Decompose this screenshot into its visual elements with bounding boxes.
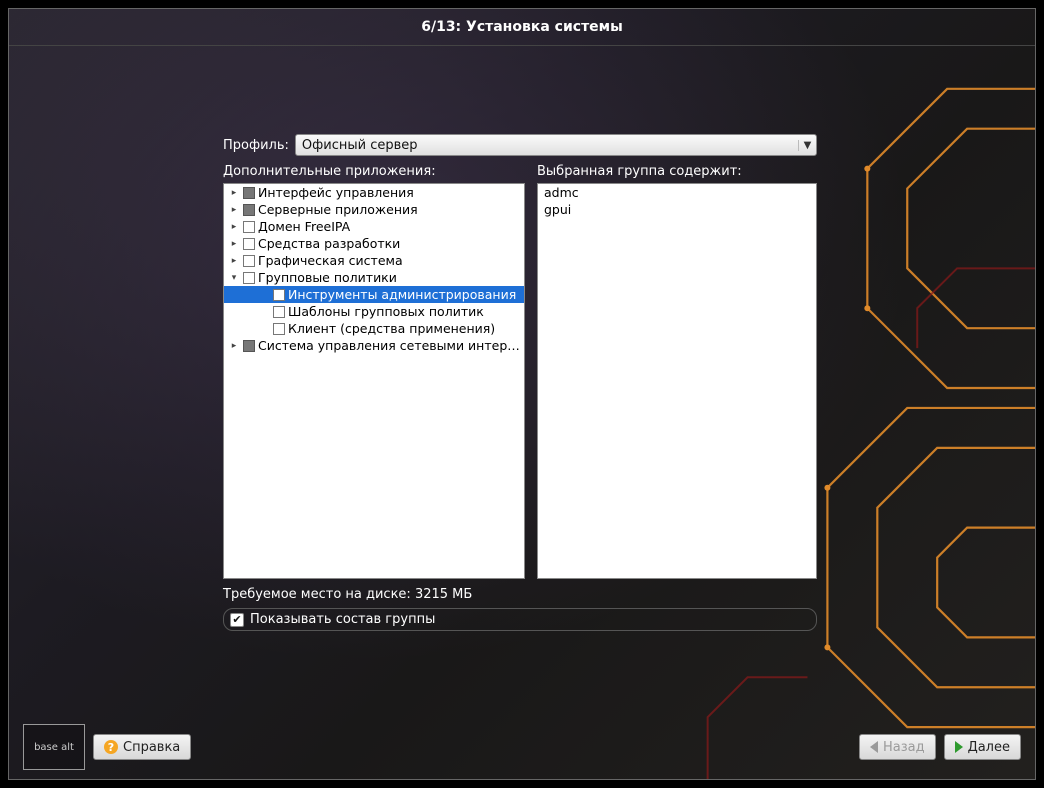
tree-item[interactable]: Инструменты администрирования — [224, 286, 524, 303]
group-contents-list[interactable]: admcgpui — [537, 183, 817, 579]
group-contents-label: Выбранная группа содержит: — [537, 164, 817, 179]
tree-item[interactable]: Шаблоны групповых политик — [224, 303, 524, 320]
profile-combo-value: Офисный сервер — [302, 138, 798, 153]
expander-closed-icon[interactable]: ▸ — [228, 188, 240, 198]
tree-checkbox[interactable] — [273, 323, 285, 335]
tree-item[interactable]: ▸ Серверные приложения — [224, 201, 524, 218]
profile-row: Профиль: Офисный сервер ▼ — [223, 134, 817, 156]
tree-item[interactable]: ▸ Интерфейс управления — [224, 184, 524, 201]
expander-closed-icon[interactable]: ▸ — [228, 256, 240, 266]
tree-item-label: Групповые политики — [258, 270, 522, 285]
tree-checkbox[interactable] — [273, 306, 285, 318]
back-button-label: Назад — [883, 740, 925, 755]
tree-item[interactable]: Клиент (средства применения) — [224, 320, 524, 337]
tree-item[interactable]: ▸ Средства разработки — [224, 235, 524, 252]
expander-closed-icon[interactable]: ▸ — [228, 205, 240, 215]
tree-checkbox[interactable] — [243, 340, 255, 352]
expander-open-icon[interactable]: ▾ — [228, 273, 240, 283]
arrow-left-icon — [870, 741, 878, 753]
apps-tree[interactable]: ▸ Интерфейс управления ▸ Серверные приложен… — [223, 183, 525, 579]
expander-closed-icon[interactable]: ▸ — [228, 222, 240, 232]
tree-item-label: Клиент (средства применения) — [288, 321, 522, 336]
help-button-label: Справка — [123, 740, 180, 755]
disk-space-text: Требуемое место на диске: 3215 МБ — [223, 587, 817, 602]
show-group-toggle[interactable]: ✔ Показывать состав группы — [223, 608, 817, 631]
tree-item-label: Серверные приложения — [258, 202, 522, 217]
help-icon: ? — [104, 740, 118, 754]
help-button[interactable]: ? Справка — [93, 734, 191, 760]
tree-checkbox[interactable] — [243, 255, 255, 267]
additional-apps-label: Дополнительные приложения: — [223, 164, 525, 179]
tree-item-label: Графическая система — [258, 253, 522, 268]
profile-combo[interactable]: Офисный сервер ▼ — [295, 134, 817, 156]
profile-label: Профиль: — [223, 138, 289, 153]
tree-item[interactable]: ▸ Система управления сетевыми интер… — [224, 337, 524, 354]
tree-checkbox[interactable] — [273, 289, 285, 301]
expander-closed-icon[interactable]: ▸ — [228, 341, 240, 351]
tree-checkbox[interactable] — [243, 204, 255, 216]
tree-item[interactable]: ▾ Групповые политики — [224, 269, 524, 286]
tree-checkbox[interactable] — [243, 187, 255, 199]
chevron-down-icon: ▼ — [798, 140, 812, 151]
arrow-right-icon — [955, 741, 963, 753]
tree-checkbox[interactable] — [243, 272, 255, 284]
tree-item-label: Средства разработки — [258, 236, 522, 251]
next-button[interactable]: Далее — [944, 734, 1021, 760]
tree-item[interactable]: ▸ Домен FreeIPA — [224, 218, 524, 235]
expander-closed-icon[interactable]: ▸ — [228, 239, 240, 249]
tree-checkbox[interactable] — [243, 221, 255, 233]
tree-item-label: Инструменты администрирования — [288, 287, 522, 302]
tree-item-label: Система управления сетевыми интер… — [258, 338, 522, 353]
page-title: 6/13: Установка системы — [421, 19, 623, 35]
show-group-toggle-label: Показывать состав группы — [250, 612, 435, 627]
basealt-logo: base alt — [23, 724, 85, 770]
tree-item-label: Шаблоны групповых политик — [288, 304, 522, 319]
package-item[interactable]: gpui — [538, 201, 816, 218]
back-button[interactable]: Назад — [859, 734, 936, 760]
tree-item-label: Домен FreeIPA — [258, 219, 522, 234]
next-button-label: Далее — [968, 740, 1010, 755]
tree-item[interactable]: ▸ Графическая система — [224, 252, 524, 269]
tree-checkbox[interactable] — [243, 238, 255, 250]
checkbox-checked-icon: ✔ — [230, 613, 244, 627]
package-item[interactable]: admc — [538, 184, 816, 201]
tree-item-label: Интерфейс управления — [258, 185, 522, 200]
